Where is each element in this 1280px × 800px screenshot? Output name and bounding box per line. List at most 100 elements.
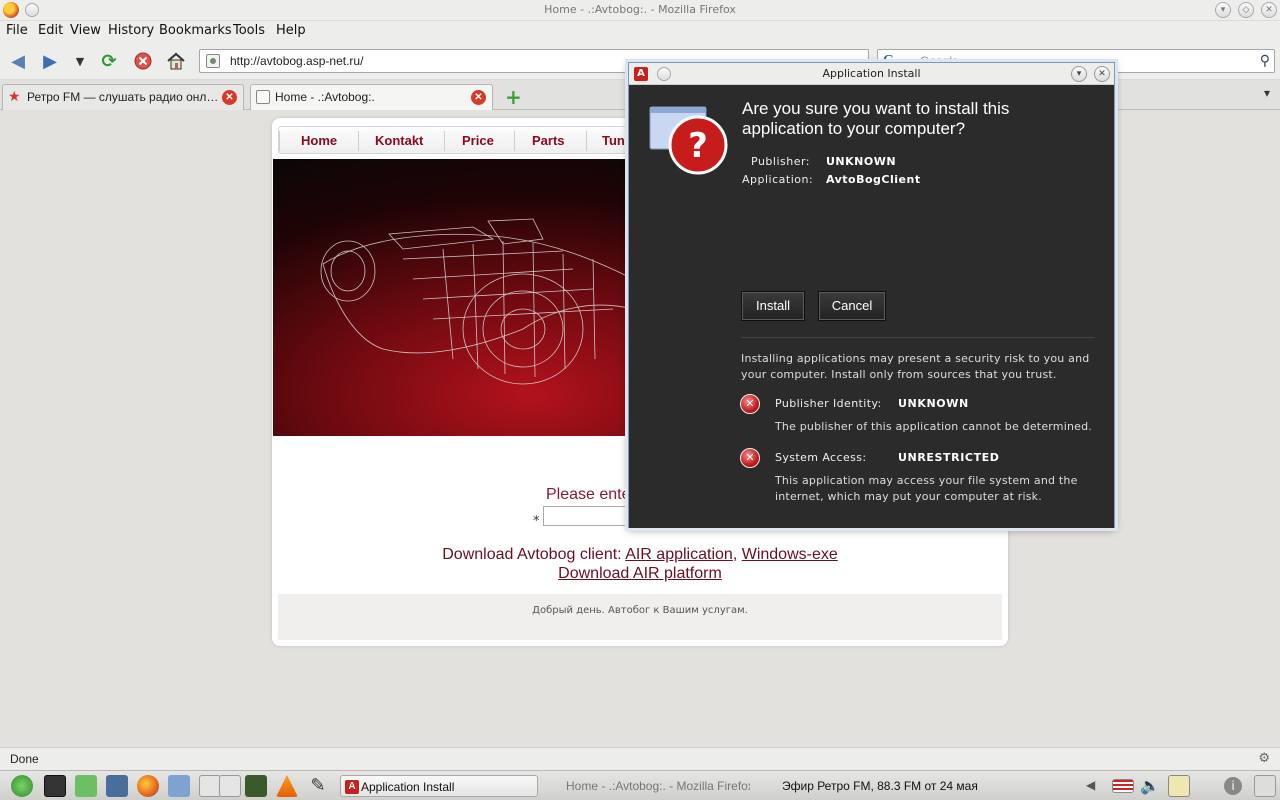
tab-retro-fm[interactable]: ★ Ретро FM — слушать радио онл… ✕ bbox=[2, 84, 244, 110]
adobe-air-icon: A bbox=[345, 780, 359, 794]
back-icon[interactable]: ◀ bbox=[6, 50, 30, 72]
error-icon: ✕ bbox=[740, 394, 760, 414]
site-nav-home[interactable]: Home bbox=[301, 133, 337, 148]
system-access-desc: This application may access your file sy… bbox=[775, 474, 1078, 503]
forward-icon[interactable]: ▶ bbox=[38, 50, 62, 72]
url-text[interactable]: http://avtobog.asp-net.ru/ bbox=[230, 54, 363, 68]
clipboard-icon[interactable] bbox=[1168, 775, 1190, 797]
question-warning-icon: ? bbox=[649, 105, 729, 177]
menu-file[interactable]: File bbox=[6, 23, 28, 38]
close-tab-icon[interactable]: ✕ bbox=[222, 90, 237, 105]
editor-icon[interactable]: ✎ bbox=[307, 775, 329, 797]
download-prefix: Download Avtobog client: bbox=[442, 546, 622, 563]
menubar: File Edit View History Bookmarks Tools H… bbox=[0, 21, 1280, 42]
window-titlebar: Home - .:Avtobog:. - Mozilla Firefox ▾ ◇… bbox=[0, 0, 1280, 21]
menu-tools[interactable]: Tools bbox=[233, 23, 265, 38]
vlc-icon[interactable] bbox=[276, 775, 298, 797]
tab-list-icon[interactable]: ▾ bbox=[1264, 86, 1270, 100]
site-footer: Добрый день. Автобог к Вашим услугам. bbox=[278, 594, 1002, 640]
error-icon: ✕ bbox=[740, 448, 760, 468]
addon-status-icon[interactable]: ⚙ bbox=[1258, 751, 1270, 766]
task-label: Application Install bbox=[361, 780, 455, 794]
site-nav-parts[interactable]: Parts bbox=[532, 133, 565, 148]
site-nav-kontakt[interactable]: Kontakt bbox=[375, 133, 423, 148]
cancel-button[interactable]: Cancel bbox=[818, 291, 886, 321]
start-menu-icon[interactable] bbox=[11, 775, 33, 797]
publisher-identity-label: Publisher Identity: bbox=[775, 397, 882, 410]
publisher-identity-desc: The publisher of this application cannot… bbox=[775, 420, 1093, 433]
download-platform-line: Download AIR platform bbox=[272, 565, 1008, 583]
tab-label: Ретро FM — слушать радио онл… bbox=[27, 90, 217, 104]
new-tab-icon[interactable]: + bbox=[505, 85, 522, 109]
desktop-2-icon[interactable] bbox=[219, 775, 241, 797]
reload-icon[interactable]: ⟳ bbox=[97, 50, 121, 72]
system-access-label: System Access: bbox=[775, 451, 867, 464]
window-title: Home - .:Avtobog:. - Mozilla Firefox bbox=[544, 3, 736, 16]
firefox-launcher-icon[interactable] bbox=[137, 775, 159, 797]
svg-text:?: ? bbox=[688, 126, 708, 166]
info-icon[interactable]: i bbox=[1224, 777, 1242, 795]
tab-label: Home - .:Avtobog:. bbox=[275, 90, 375, 104]
maximize-button[interactable]: ◇ bbox=[1238, 2, 1254, 18]
publisher-identity-value: UNKNOWN bbox=[898, 397, 969, 410]
footer-text: Добрый день. Автобог к Вашим услугам. bbox=[532, 605, 748, 616]
install-button[interactable]: Install bbox=[741, 291, 805, 321]
close-tab-icon[interactable]: ✕ bbox=[471, 90, 486, 105]
windows-exe-link[interactable]: Windows-exe bbox=[742, 546, 838, 563]
status-bar: Done ⚙ bbox=[0, 747, 1280, 770]
search-icon[interactable]: ⚲ bbox=[1260, 53, 1270, 69]
menu-view[interactable]: View bbox=[70, 23, 101, 38]
taskbar: ✎ A Application Install Home - .:Avtobog… bbox=[0, 770, 1280, 800]
task-application-install[interactable]: A Application Install bbox=[340, 775, 538, 797]
dialog-close-button[interactable]: ✕ bbox=[1094, 66, 1110, 82]
settings-icon[interactable] bbox=[106, 775, 128, 797]
task-label: Эфир Ретро FM, 88.3 FM от 24 мая bbox=[782, 779, 978, 793]
menu-edit[interactable]: Edit bbox=[38, 23, 63, 38]
application-install-dialog: A Application Install ▾ ✕ ? Are you sure… bbox=[628, 62, 1115, 528]
dialog-divider bbox=[741, 337, 1095, 338]
dialog-heading: Are you sure you want to install this ap… bbox=[742, 99, 1010, 138]
volume-icon[interactable]: 🔈 bbox=[1140, 776, 1160, 795]
download-air-platform-link[interactable]: Download AIR platform bbox=[558, 565, 722, 582]
application-value: AvtoBogClient bbox=[826, 173, 921, 186]
home-icon[interactable] bbox=[164, 50, 188, 72]
scroll-left-icon[interactable]: ◀ bbox=[1086, 778, 1095, 792]
site-nav-tuning[interactable]: Tuni bbox=[602, 133, 628, 148]
close-window-button[interactable]: ✕ bbox=[1261, 2, 1277, 18]
page-icon bbox=[256, 90, 270, 104]
keyboard-layout-icon[interactable] bbox=[1112, 779, 1134, 793]
required-mark: * bbox=[533, 514, 540, 529]
login-prompt: Please ente bbox=[546, 486, 631, 503]
link-separator: , bbox=[732, 546, 738, 563]
mail-icon[interactable] bbox=[168, 775, 190, 797]
air-application-link[interactable]: AIR application bbox=[625, 546, 733, 563]
dialog-body: ? Are you sure you want to install this … bbox=[629, 85, 1114, 528]
dialog-minimize-button[interactable]: ▾ bbox=[1071, 66, 1087, 82]
status-text: Done bbox=[10, 752, 39, 766]
task-retro-fm[interactable]: Эфир Ретро FM, 88.3 FM от 24 мая bbox=[762, 775, 980, 797]
security-warning-text: Installing applications may present a se… bbox=[741, 352, 1090, 381]
tab-avtobog[interactable]: Home - .:Avtobog:. ✕ bbox=[250, 84, 493, 110]
dialog-titlebar: A Application Install ▾ ✕ bbox=[629, 63, 1114, 85]
site-identity-icon[interactable] bbox=[206, 54, 220, 68]
terminal-icon[interactable] bbox=[44, 775, 66, 797]
desktop-1-icon[interactable] bbox=[199, 775, 221, 797]
site-nav-price[interactable]: Price bbox=[462, 133, 494, 148]
minimize-button[interactable]: ▾ bbox=[1215, 2, 1231, 18]
history-dropdown-icon[interactable]: ▼ bbox=[68, 50, 92, 72]
menu-history[interactable]: History bbox=[108, 23, 154, 38]
task-firefox[interactable]: Home - .:Avtobog:. - Mozilla Firefox bbox=[546, 775, 750, 797]
publisher-value: UNKNOWN bbox=[826, 155, 897, 168]
file-manager-icon[interactable] bbox=[75, 775, 97, 797]
stop-icon[interactable] bbox=[131, 50, 155, 72]
show-desktop-icon[interactable] bbox=[1254, 775, 1276, 797]
system-access-value: UNRESTRICTED bbox=[898, 451, 1000, 464]
dialog-title: Application Install bbox=[822, 67, 921, 80]
publisher-label: Publisher: bbox=[751, 155, 811, 168]
menu-help[interactable]: Help bbox=[276, 23, 306, 38]
menu-bookmarks[interactable]: Bookmarks bbox=[159, 23, 232, 38]
task-label: Home - .:Avtobog:. - Mozilla Firefox bbox=[566, 779, 750, 793]
monitor-icon[interactable] bbox=[245, 775, 267, 797]
star-icon: ★ bbox=[8, 88, 21, 104]
application-label: Application: bbox=[742, 173, 814, 186]
